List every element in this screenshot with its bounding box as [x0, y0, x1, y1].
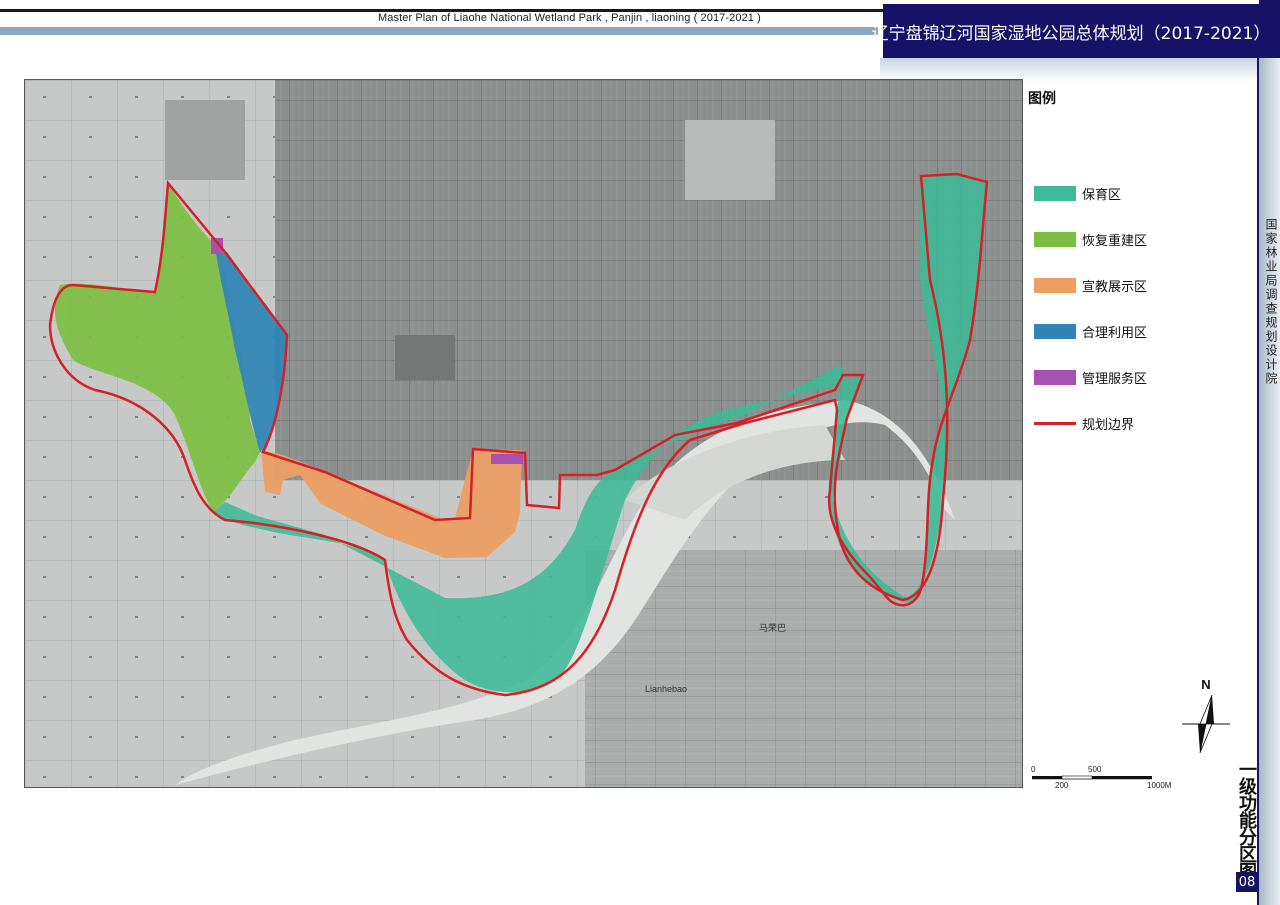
north-arrow: N: [1178, 677, 1234, 773]
legend-item: 合理利用区: [1026, 308, 1246, 354]
place-label-mahongba: 马荣巴: [759, 622, 786, 634]
legend-label: 规划边界: [1082, 417, 1135, 433]
header-band: [0, 27, 878, 35]
legend-label: 合理利用区: [1082, 325, 1148, 341]
legend-label: 恢复重建区: [1082, 233, 1148, 249]
map-canvas: 马荣巴 Lianhebao: [25, 80, 1022, 787]
legend-swatch: [1034, 421, 1076, 425]
imagery-farmland-north: [275, 80, 1022, 480]
map-title: 一级功能分区图: [1236, 760, 1257, 879]
legend-item: 管理服务区: [1026, 354, 1246, 400]
scale-label-0: 0: [1031, 765, 1036, 774]
legend-item: 恢复重建区: [1026, 216, 1246, 262]
zoning-map[interactable]: 马荣巴 Lianhebao: [24, 79, 1023, 788]
legend-swatch: [1034, 185, 1076, 201]
legend-swatch: [1034, 323, 1076, 339]
scale-bar: 0 500 200 1000M: [1030, 765, 1180, 795]
legend-item: 规划边界: [1026, 400, 1246, 446]
page-number: 08: [1236, 872, 1258, 892]
scale-label-1000m: 1000M: [1147, 781, 1172, 790]
legend: 图例 保育区恢复重建区宣教展示区合理利用区管理服务区规划边界: [1026, 88, 1246, 446]
legend-swatch: [1034, 277, 1076, 293]
side-strip: [1259, 0, 1280, 905]
scale-bar-graphic: [1032, 775, 1152, 780]
organization-label: 国家林业局调查规划设计院: [1264, 218, 1278, 386]
legend-item: 保育区: [1026, 170, 1246, 216]
legend-items: 保育区恢复重建区宣教展示区合理利用区管理服务区规划边界: [1026, 170, 1246, 446]
side-strip-top: [1259, 0, 1280, 58]
zone-management-2[interactable]: [491, 454, 523, 464]
legend-swatch: [1034, 369, 1076, 385]
north-label: N: [1201, 677, 1211, 692]
legend-label: 管理服务区: [1082, 371, 1148, 387]
place-label-lianhebao: Lianhebao: [645, 684, 687, 694]
english-title: Master Plan of Liaohe National Wetland P…: [378, 12, 761, 24]
scale-label-500: 500: [1088, 765, 1102, 774]
legend-label: 宣教展示区: [1082, 279, 1148, 295]
legend-item: 宣教展示区: [1026, 262, 1246, 308]
chinese-title: 辽宁盘锦辽河国家湿地公园总体规划（2017-2021）: [872, 4, 1270, 58]
imagery-compound: [395, 335, 455, 380]
legend-swatch: [1034, 231, 1076, 247]
imagery-plant: [165, 100, 245, 180]
legend-label: 保育区: [1082, 187, 1122, 203]
legend-title: 图例: [1028, 91, 1056, 107]
scale-label-200: 200: [1055, 781, 1069, 790]
imagery-village: [685, 120, 775, 200]
